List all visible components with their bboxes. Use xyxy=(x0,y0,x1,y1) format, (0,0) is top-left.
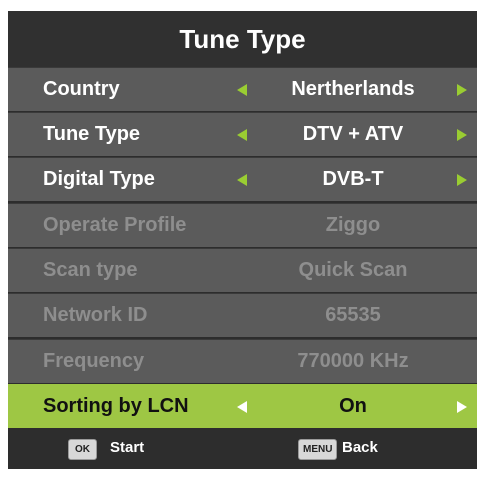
left-arrow-icon[interactable] xyxy=(237,129,247,141)
row-label: Country xyxy=(43,78,120,100)
left-arrow-icon[interactable] xyxy=(237,174,247,186)
row-value: 770000 KHz xyxy=(297,350,409,372)
right-arrow-icon[interactable] xyxy=(457,84,467,96)
tune-type-menu: Tune Type Country Nertherlands Tune Type… xyxy=(8,11,477,469)
row-sorting-by-lcn[interactable]: Sorting by LCN On xyxy=(8,384,477,428)
row-label: Scan type xyxy=(43,259,138,281)
row-network-id: Network ID 65535 xyxy=(8,293,477,337)
row-value: On xyxy=(339,395,367,417)
row-label: Frequency xyxy=(43,350,145,372)
row-tune-type[interactable]: Tune Type DTV + ATV xyxy=(8,112,477,156)
left-arrow-icon[interactable] xyxy=(237,401,247,413)
row-value: Ziggo xyxy=(325,214,381,236)
menu-title: Tune Type xyxy=(8,11,477,67)
row-digital-type[interactable]: Digital Type DVB-T xyxy=(8,157,477,201)
left-arrow-icon[interactable] xyxy=(237,84,247,96)
row-frequency: Frequency 770000 KHz xyxy=(8,339,477,383)
row-value: 65535 xyxy=(325,304,381,326)
row-label: Digital Type xyxy=(43,168,155,190)
row-value: Nertherlands xyxy=(291,78,415,100)
row-scan-type: Scan type Quick Scan xyxy=(8,248,477,292)
row-value: DVB-T xyxy=(322,168,384,190)
row-operate-profile: Operate Profile Ziggo xyxy=(8,203,477,247)
row-label: Tune Type xyxy=(43,123,141,145)
right-arrow-icon[interactable] xyxy=(457,129,467,141)
row-label: Network ID xyxy=(43,304,148,326)
menu-key-badge[interactable]: MENU xyxy=(298,439,338,460)
right-arrow-icon[interactable] xyxy=(457,174,467,186)
row-value: Quick Scan xyxy=(298,259,408,281)
row-value: DTV + ATV xyxy=(302,123,404,145)
row-label: Operate Profile xyxy=(43,214,187,236)
start-hint: Start xyxy=(110,439,145,456)
back-hint: Back xyxy=(342,439,378,456)
row-label: Sorting by LCN xyxy=(43,395,189,417)
footer-bar: OK Start MENU Back xyxy=(8,429,477,469)
ok-key-badge[interactable]: OK xyxy=(68,439,97,460)
right-arrow-icon[interactable] xyxy=(457,401,467,413)
row-country[interactable]: Country Nertherlands xyxy=(8,67,477,111)
